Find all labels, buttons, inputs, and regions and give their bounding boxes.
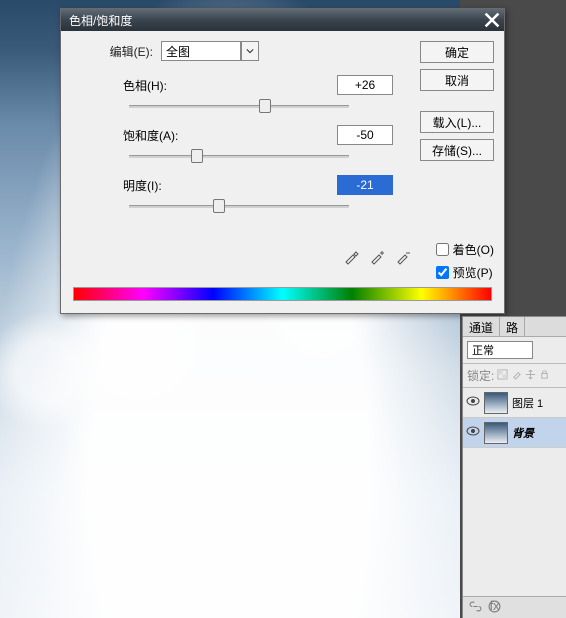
colorize-checkbox[interactable] xyxy=(436,243,449,256)
ok-button[interactable]: 确定 xyxy=(420,41,494,63)
layers-panel: 通道 路 锁定: 图层 1 背景 fx xyxy=(462,316,566,618)
hue-spectrum-bar xyxy=(73,287,492,301)
saturation-slider[interactable] xyxy=(129,147,349,167)
blend-mode-select[interactable] xyxy=(467,341,533,359)
layer-name: 背景 xyxy=(512,425,534,441)
visibility-eye-icon[interactable] xyxy=(466,394,480,411)
panel-tabs[interactable]: 通道 路 xyxy=(463,317,566,337)
saturation-label: 饱和度(A): xyxy=(123,127,213,144)
layer-thumbnail xyxy=(484,392,508,414)
edit-combo[interactable] xyxy=(161,41,259,61)
lightness-input[interactable] xyxy=(337,175,393,195)
saturation-slider-thumb[interactable] xyxy=(191,149,203,163)
preview-label: 预览(P) xyxy=(453,264,493,281)
layer-item[interactable]: 图层 1 xyxy=(463,388,566,418)
saturation-input[interactable] xyxy=(337,125,393,145)
lock-row: 锁定: xyxy=(463,364,566,388)
lightness-label: 明度(I): xyxy=(123,177,213,194)
link-layers-icon[interactable] xyxy=(469,600,482,616)
layer-name: 图层 1 xyxy=(512,395,543,411)
edit-label: 编辑(E): xyxy=(73,43,153,60)
svg-text:fx: fx xyxy=(489,600,500,613)
layer-item[interactable]: 背景 xyxy=(463,418,566,448)
cancel-button[interactable]: 取消 xyxy=(420,69,494,91)
lock-move-icon[interactable] xyxy=(525,369,536,383)
tab-channels[interactable]: 通道 xyxy=(463,317,500,336)
hue-slider[interactable] xyxy=(129,97,349,117)
edit-combo-value[interactable] xyxy=(161,41,241,61)
chevron-down-icon[interactable] xyxy=(241,41,259,61)
colorize-label: 着色(O) xyxy=(453,241,494,258)
panel-footer: fx xyxy=(463,596,566,618)
preview-checkbox[interactable] xyxy=(436,266,449,279)
preview-checkbox-row[interactable]: 预览(P) xyxy=(436,264,494,281)
lock-transparent-icon[interactable] xyxy=(497,369,508,383)
close-icon[interactable] xyxy=(484,12,500,28)
dialog-title: 色相/饱和度 xyxy=(69,12,132,29)
hue-saturation-dialog: 色相/饱和度 编辑(E): 色相(H): 饱和度 xyxy=(60,8,505,314)
hue-input[interactable] xyxy=(337,75,393,95)
lock-all-icon[interactable] xyxy=(539,369,550,383)
lock-label: 锁定: xyxy=(467,367,494,384)
hue-slider-thumb[interactable] xyxy=(259,99,271,113)
eyedropper-minus-icon[interactable] xyxy=(395,249,411,268)
lightness-slider[interactable] xyxy=(129,197,349,217)
tab-paths[interactable]: 路 xyxy=(500,317,525,336)
dialog-titlebar[interactable]: 色相/饱和度 xyxy=(61,9,504,31)
colorize-checkbox-row[interactable]: 着色(O) xyxy=(436,241,494,258)
visibility-eye-icon[interactable] xyxy=(466,424,480,441)
layer-list: 图层 1 背景 xyxy=(463,388,566,448)
layer-style-icon[interactable]: fx xyxy=(488,600,501,616)
load-button[interactable]: 载入(L)... xyxy=(420,111,494,133)
lock-paint-icon[interactable] xyxy=(511,369,522,383)
lightness-slider-thumb[interactable] xyxy=(213,199,225,213)
layer-thumbnail xyxy=(484,422,508,444)
hue-label: 色相(H): xyxy=(123,77,213,94)
eyedropper-plus-icon[interactable] xyxy=(369,249,385,268)
save-button[interactable]: 存储(S)... xyxy=(420,139,494,161)
eyedropper-icon[interactable] xyxy=(343,249,359,268)
